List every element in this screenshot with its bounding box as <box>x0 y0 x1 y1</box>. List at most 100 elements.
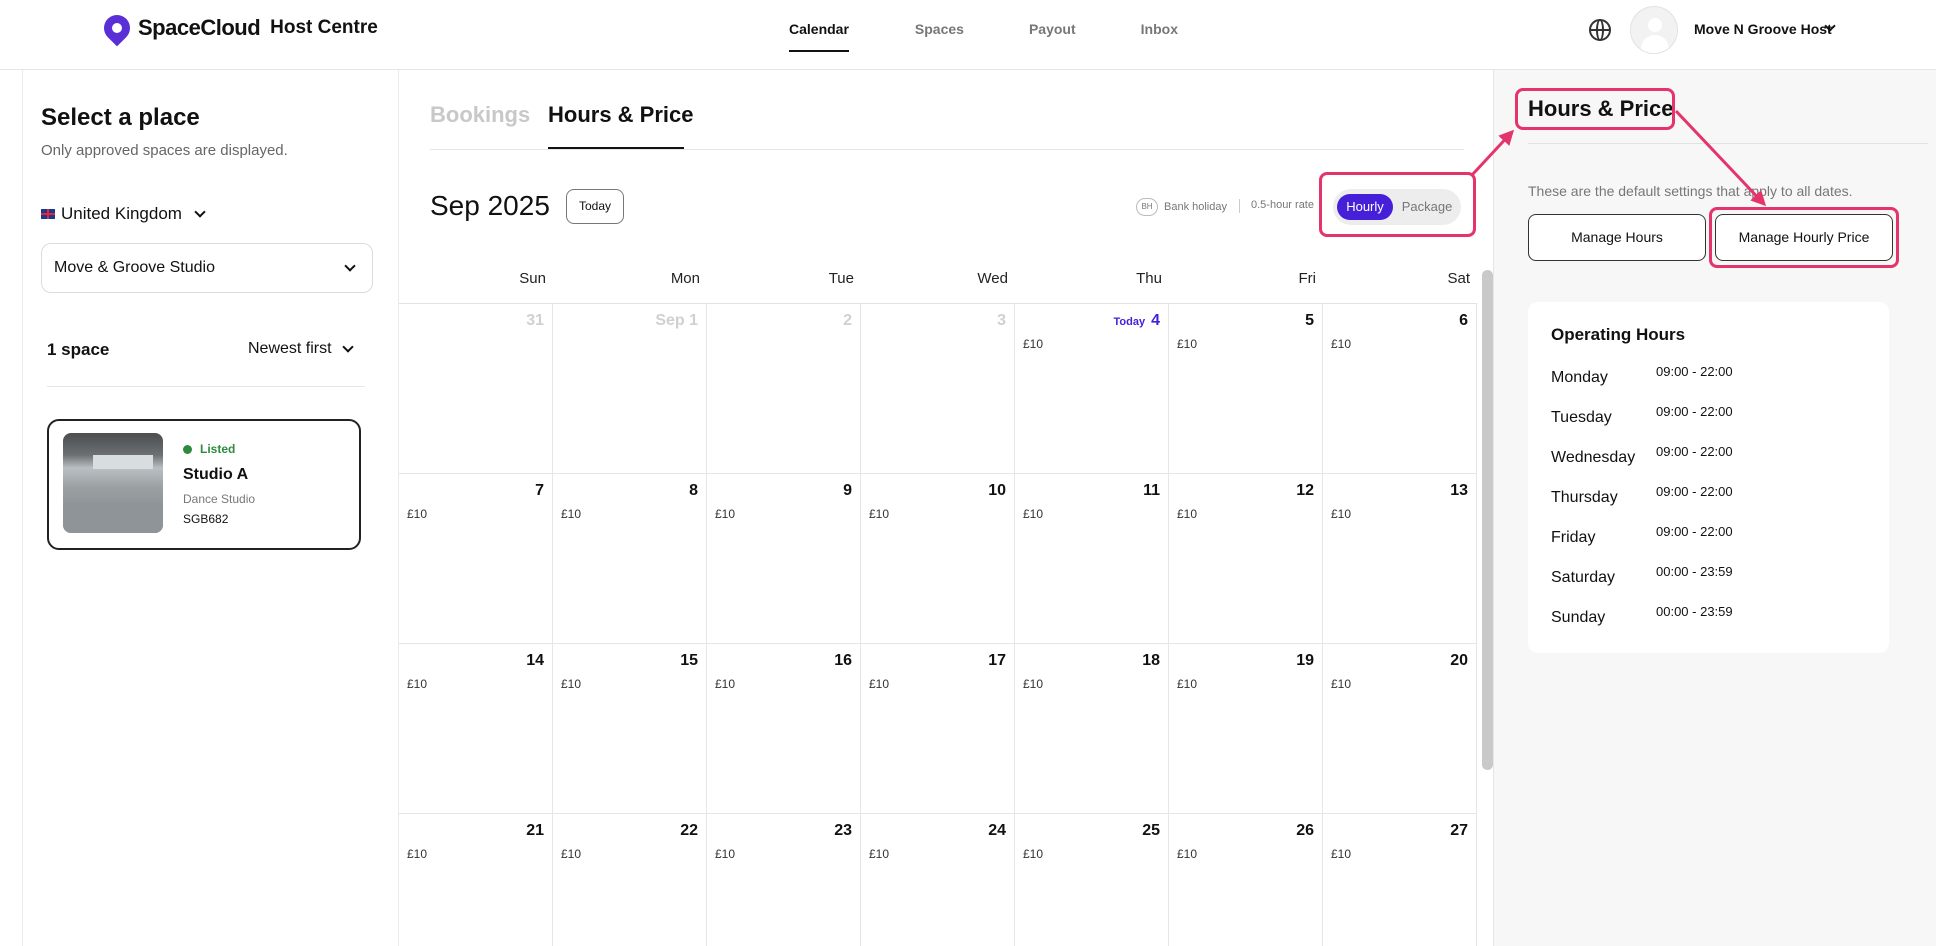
day-number-value: 20 <box>1450 652 1468 669</box>
day-number: 6 <box>1459 312 1468 330</box>
day-number-value: 27 <box>1450 822 1468 839</box>
day-price: £10 <box>715 677 736 691</box>
highlight-manage-price <box>1709 207 1899 268</box>
day-price: £10 <box>1331 847 1352 861</box>
day-price: £10 <box>1023 507 1044 521</box>
sidebar-subtitle: Only approved spaces are displayed. <box>41 142 288 159</box>
hours-day: Thursday <box>1551 489 1618 506</box>
day-number-value: 24 <box>988 822 1006 839</box>
day-price: £10 <box>1177 847 1198 861</box>
calendar-day-cell[interactable]: 3 <box>861 304 1015 474</box>
calendar-day-cell[interactable]: Today 4 £10 <box>1015 304 1169 474</box>
nav-calendar[interactable]: Calendar <box>789 0 849 70</box>
day-price: £10 <box>1177 677 1198 691</box>
hours-row: Monday 09:00 - 22:00 <box>1551 364 1871 388</box>
main-nav: Calendar Spaces Payout Inbox <box>760 0 1178 70</box>
studio-select[interactable]: Move & Groove Studio <box>41 243 373 293</box>
avatar[interactable] <box>1630 6 1678 54</box>
day-number-value: 11 <box>1143 482 1160 499</box>
calendar-day-cell[interactable]: 18 £10 <box>1015 644 1169 814</box>
day-number: Today 4 <box>1114 312 1160 330</box>
calendar-day-cell[interactable]: 19 £10 <box>1169 644 1323 814</box>
day-number-value: 5 <box>1305 312 1314 329</box>
day-price: £10 <box>561 677 582 691</box>
calendar-day-cell[interactable]: 7 £10 <box>399 474 553 644</box>
calendar-day-cell[interactable]: 13 £10 <box>1323 474 1477 644</box>
chevron-down-icon <box>344 260 356 272</box>
day-number-value: 12 <box>1296 482 1314 499</box>
calendar-day-cell[interactable]: 25 £10 <box>1015 814 1169 946</box>
calendar-day-cell[interactable]: 17 £10 <box>861 644 1015 814</box>
manage-hours-button[interactable]: Manage Hours <box>1528 214 1706 261</box>
day-number: 17 <box>988 652 1006 670</box>
calendar-day-cell[interactable]: 6 £10 <box>1323 304 1477 474</box>
calendar-day-cell[interactable]: 31 <box>399 304 553 474</box>
calendar-day-cell[interactable]: 14 £10 <box>399 644 553 814</box>
day-price: £10 <box>1177 507 1198 521</box>
calendar-day-cell[interactable]: 26 £10 <box>1169 814 1323 946</box>
user-name[interactable]: Move N Groove Host <box>1694 21 1832 37</box>
calendar-day-cell[interactable]: 10 £10 <box>861 474 1015 644</box>
calendar-day-cell[interactable]: 22 £10 <box>553 814 707 946</box>
calendar-day-cell[interactable]: 11 £10 <box>1015 474 1169 644</box>
hours-day: Saturday <box>1551 569 1616 586</box>
day-number: 10 <box>988 482 1006 500</box>
calendar-day-cell[interactable]: 20 £10 <box>1323 644 1477 814</box>
weekday-header: Sat <box>1447 270 1470 287</box>
calendar-day-cell[interactable]: 12 £10 <box>1169 474 1323 644</box>
calendar-day-cell[interactable]: 16 £10 <box>707 644 861 814</box>
day-number: 18 <box>1142 652 1160 670</box>
day-number-value: 26 <box>1296 822 1314 839</box>
divider <box>430 149 1464 150</box>
sidebar-title: Select a place <box>41 104 200 131</box>
divider <box>1528 143 1928 144</box>
day-number-value: Sep 1 <box>655 312 698 329</box>
day-number-value: 3 <box>997 312 1006 329</box>
nav-spaces[interactable]: Spaces <box>915 0 964 70</box>
nav-payout[interactable]: Payout <box>1029 0 1076 70</box>
calendar-day-cell[interactable]: 15 £10 <box>553 644 707 814</box>
today-button[interactable]: Today <box>566 189 624 224</box>
country-selector[interactable]: United Kingdom <box>41 204 206 224</box>
space-thumbnail <box>63 433 163 533</box>
day-number: 21 <box>526 822 544 840</box>
day-number: Sep 1 <box>655 312 698 330</box>
calendar-day-cell[interactable]: 27 £10 <box>1323 814 1477 946</box>
hours-time: 09:00 - 22:00 <box>1656 364 1733 379</box>
status-dot-icon <box>183 444 192 454</box>
sort-dropdown[interactable]: Newest first <box>248 340 354 358</box>
sort-label: Newest first <box>248 340 332 357</box>
calendar-day-cell[interactable]: 21 £10 <box>399 814 553 946</box>
day-number: 16 <box>834 652 852 670</box>
calendar-day-cell[interactable]: Sep 1 <box>553 304 707 474</box>
day-number-value: 18 <box>1142 652 1160 669</box>
day-number-value: 19 <box>1296 652 1314 669</box>
nav-inbox[interactable]: Inbox <box>1141 0 1178 70</box>
settings-panel: Hours & Price These are the default sett… <box>1493 70 1936 946</box>
day-number: 31 <box>526 312 544 330</box>
calendar-day-cell[interactable]: 23 £10 <box>707 814 861 946</box>
space-count: 1 space <box>47 340 110 359</box>
panel-description: These are the default settings that appl… <box>1528 183 1853 199</box>
globe-icon[interactable] <box>1589 19 1611 41</box>
scrollbar[interactable] <box>1482 270 1493 770</box>
logo[interactable]: SpaceCloud Host Centre <box>98 9 378 47</box>
space-card[interactable]: Listed Studio A Dance Studio SGB682 <box>47 419 361 550</box>
bank-holiday-icon: BH <box>1136 198 1158 216</box>
calendar-day-cell[interactable]: 9 £10 <box>707 474 861 644</box>
day-price: £10 <box>715 847 736 861</box>
calendar-day-cell[interactable]: 5 £10 <box>1169 304 1323 474</box>
country-label: United Kingdom <box>61 204 182 223</box>
space-name: Studio A <box>183 466 249 483</box>
day-number-value: 13 <box>1450 482 1468 499</box>
calendar-day-cell[interactable]: 8 £10 <box>553 474 707 644</box>
tab-hours-price[interactable]: Hours & Price <box>548 102 694 128</box>
hours-day: Wednesday <box>1551 449 1636 466</box>
tab-bookings[interactable]: Bookings <box>430 102 530 128</box>
weekday-header: Fri <box>1298 270 1317 287</box>
calendar-day-cell[interactable]: 2 <box>707 304 861 474</box>
weekday-header: Sun <box>519 270 546 287</box>
day-number-value: 21 <box>526 822 544 839</box>
hours-time: 00:00 - 23:59 <box>1656 604 1733 619</box>
calendar-day-cell[interactable]: 24 £10 <box>861 814 1015 946</box>
